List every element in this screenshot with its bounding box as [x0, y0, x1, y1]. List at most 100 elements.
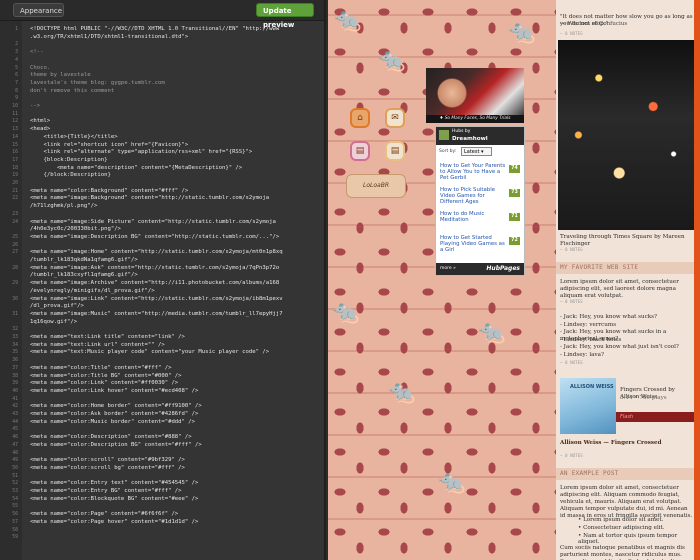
code-line[interactable]: /h71lzghmk/pl.png"/>	[30, 203, 97, 210]
code-line[interactable]: -->	[30, 103, 40, 110]
line-number: 27	[12, 250, 18, 256]
rat-pattern-icon: 🐀	[388, 380, 416, 405]
line-number: 8	[15, 88, 18, 94]
ask-nav-icon[interactable]: ✉	[385, 108, 405, 128]
notes-link[interactable]: — 0 NOTES	[560, 31, 583, 36]
line-number: 46	[12, 435, 18, 441]
code-line[interactable]: <head>	[30, 126, 50, 133]
theme-preview-panel: 🐀 🐀 🐀 🐀 🐀 🐀 🐀 ⌂ ✉ ▤ ▤ LoLoaBR ♦ So Many …	[328, 0, 700, 560]
line-number: 56	[12, 512, 18, 518]
appearance-button[interactable]: Appearance	[13, 3, 64, 17]
bullet-text: Lorem ipsum dolor sit amet.	[583, 517, 664, 523]
code-line[interactable]: <meta name="image:Music" content="http:/…	[30, 311, 283, 318]
code-line[interactable]: <meta name="image:Home" content="http://…	[30, 249, 283, 256]
code-line[interactable]: <title>{Title}</title>	[30, 134, 117, 141]
flash-player[interactable]: Flash	[616, 412, 694, 422]
code-line[interactable]: <meta name="text:Link url" content="" />	[30, 342, 165, 349]
code-line[interactable]: <meta name="color:Page hover" content="#…	[30, 519, 198, 526]
panel-divider[interactable]	[324, 0, 326, 560]
code-line[interactable]: <html>	[30, 118, 50, 125]
sort-select[interactable]: Latest ▾	[461, 147, 492, 156]
code-line[interactable]: <meta name="color:Music border" content=…	[30, 419, 195, 426]
hub-link[interactable]: How to Get Started Playing Video Games a…	[440, 235, 506, 254]
update-preview-button[interactable]: Update preview	[256, 3, 314, 29]
sidebar-card: ♦ So Many Faces, So Many Trials Hubs by …	[426, 68, 525, 288]
line-number: 11	[12, 111, 18, 117]
code-line[interactable]: Choco.	[30, 65, 50, 72]
code-line[interactable]: <meta name="color:Title" content="#fff" …	[30, 365, 171, 372]
rat-pattern-icon: 🐀	[438, 470, 466, 495]
code-line[interactable]: <meta name="description" content="{MetaD…	[30, 165, 242, 172]
hub-footer: more » HubPages	[436, 263, 524, 275]
code-line[interactable]: /4h0e3yc0c/200330bit.png"/>	[30, 226, 121, 233]
code-line[interactable]: /tumblr_lk183cxyfl1qfamg6.gif"/>	[30, 272, 138, 279]
list-item: How to Get Your Parents to Allow You to …	[440, 163, 520, 185]
code-line[interactable]: 1q16qow.gif"/>	[30, 319, 77, 326]
code-line[interactable]: <meta name="color:Blockquote BG" content…	[30, 496, 198, 503]
code-line[interactable]: <meta name="color:scroll bg" content="#f…	[30, 465, 185, 472]
hub-link[interactable]: How to Pick Suitable Video Games for Dif…	[440, 187, 506, 206]
editor-toolbar: Appearance Update preview	[0, 0, 326, 29]
code-line[interactable]: <meta name="image:Side Picture" content=…	[30, 219, 276, 226]
code-line[interactable]: theme by lavestale	[30, 72, 91, 79]
line-number: 17	[12, 157, 18, 163]
code-line[interactable]: <meta name="image:Description BG" conten…	[30, 234, 279, 241]
code-line[interactable]: /dl_prova.gif"/>	[30, 303, 84, 310]
post-title[interactable]: MY FAVORITE WEB SITE	[556, 262, 698, 274]
bullet-item: • Lorem ipsum dolor sit amet.	[578, 517, 663, 523]
hub-author[interactable]: Dreamhowl	[452, 136, 488, 142]
post-title[interactable]: AN EXAMPLE POST	[556, 468, 698, 480]
code-line[interactable]: <meta name="color:Title BG" content="#00…	[30, 373, 182, 380]
home-nav-icon[interactable]: ⌂	[350, 108, 370, 128]
more-link[interactable]: more »	[440, 266, 456, 271]
hub-link[interactable]: How to do Music Meditation	[440, 211, 506, 223]
code-line[interactable]: <meta name="image:Archive" content="http…	[30, 280, 279, 287]
code-line[interactable]: /evelynregly/minigifs/dl_prova.gif"/>	[30, 288, 155, 295]
code-line[interactable]: don't remove this comment	[30, 88, 114, 95]
code-line[interactable]: /tumblr_lk183qkdNa1qfamg6.gif"/>	[30, 257, 138, 264]
code-line[interactable]: <meta name="color:Home border" content="…	[30, 403, 202, 410]
code-line[interactable]: .w3.org/TR/xhtml1/DTD/xhtml1-transitiona…	[30, 34, 188, 41]
line-number: 15	[12, 142, 18, 148]
code-line[interactable]: <meta name="image:Background" content="h…	[30, 195, 269, 202]
code-editor-panel[interactable]: Appearance Update preview 1 <!DOCTYPE htm…	[0, 0, 326, 560]
chevron-down-icon: ▾	[481, 149, 484, 155]
code-line[interactable]: <meta name="text:Music player code" cont…	[30, 349, 269, 356]
album-art: ALLISON WEISS	[560, 378, 616, 434]
code-line[interactable]: <meta name="color:Description BG" conten…	[30, 442, 202, 449]
code-line[interactable]: {block:Description}	[30, 157, 107, 164]
code-line[interactable]: <!DOCTYPE html PUBLIC "-//W3C//DTD XHTML…	[30, 26, 279, 33]
code-line[interactable]: <meta name="color:Description" content="…	[30, 434, 192, 441]
link-nav-icon[interactable]: ▤	[385, 141, 405, 161]
code-line[interactable]: <link rel="shortcut icon" href="{Favicon…	[30, 142, 188, 149]
notes-link[interactable]: — 0 NOTES	[560, 360, 583, 365]
scrollbar[interactable]	[694, 0, 700, 560]
code-line[interactable]: <meta name="color:scroll" content="#9bf3…	[30, 457, 185, 464]
notes-link[interactable]: — 0 NOTES	[560, 247, 583, 252]
code-area[interactable]: 1 <!DOCTYPE html PUBLIC "-//W3C//DTD XHTM…	[0, 21, 326, 560]
hub-link[interactable]: How to Get Your Parents to Allow You to …	[440, 163, 506, 182]
code-line[interactable]: lavestale's theme blog: gygpe.tumblr.com	[30, 80, 165, 87]
code-line[interactable]: <meta name="image:Link" content="http://…	[30, 296, 283, 303]
post-body: Cum sociis natoque penatibus et magnis d…	[560, 545, 690, 560]
code-line[interactable]: <meta name="color:Background" content="#…	[30, 188, 188, 195]
photo-post-image[interactable]	[558, 40, 694, 230]
notes-link[interactable]: — 0 NOTES	[560, 453, 583, 458]
line-number: 54	[12, 496, 18, 502]
notes-link[interactable]: — 0 NOTES	[560, 299, 583, 304]
code-line[interactable]: <!--	[30, 49, 43, 56]
code-line[interactable]: <meta name="color:Page" content="#6f6f6f…	[30, 511, 178, 518]
code-line[interactable]: <meta name="text:Link title" content="li…	[30, 334, 185, 341]
hubpages-logo[interactable]: HubPages	[486, 265, 520, 272]
code-line[interactable]: <meta name="color:Link hover" content="#…	[30, 388, 198, 395]
line-number: 47	[12, 442, 18, 448]
archive-nav-icon[interactable]: ▤	[350, 141, 370, 161]
code-line[interactable]: <meta name="image:Ask" content="http://s…	[30, 265, 279, 272]
header-image	[426, 68, 524, 120]
code-line[interactable]: <meta name="color:Ask border" content="#…	[30, 411, 198, 418]
code-line[interactable]: <meta name="color:Entry BG" content="#ff…	[30, 488, 182, 495]
code-line[interactable]: <link rel="alternate" type="application/…	[30, 149, 252, 156]
code-line[interactable]: <meta name="color:Link" content="#ff0030…	[30, 380, 178, 387]
code-line[interactable]: <meta name="color:Entry text" content="#…	[30, 480, 198, 487]
code-line[interactable]: {/block:Description}	[30, 172, 110, 179]
